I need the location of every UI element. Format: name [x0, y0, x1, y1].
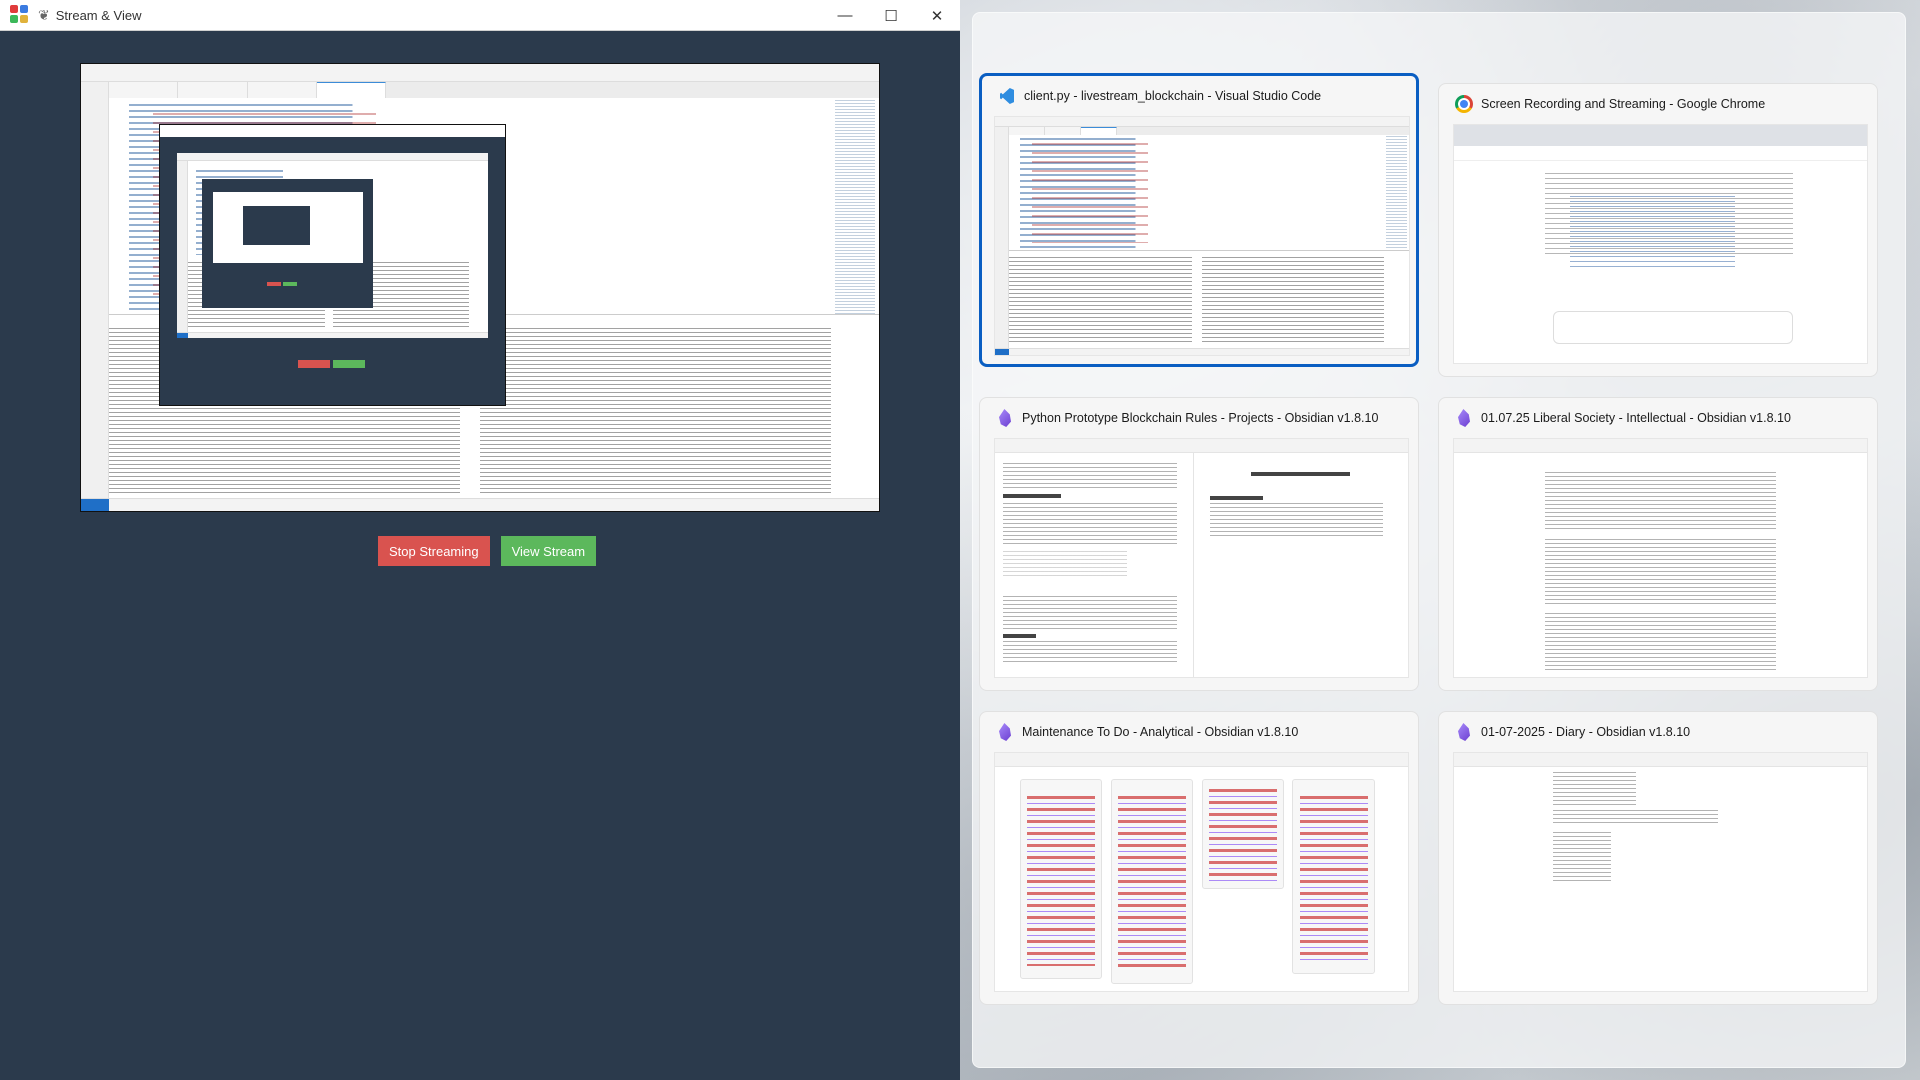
stream-preview: [80, 63, 880, 512]
window-thumbnail-obsidian-society[interactable]: 01.07.25 Liberal Society - Intellectual …: [1438, 397, 1878, 691]
app-icon: [10, 5, 30, 25]
window-title: 01-07-2025 - Diary - Obsidian v1.8.10: [1481, 725, 1691, 739]
window-thumbnail-obsidian-diary[interactable]: 01-07-2025 - Diary - Obsidian v1.8.10: [1438, 711, 1878, 1005]
window-thumbnail-obsidian-blockchain[interactable]: Python Prototype Blockchain Rules - Proj…: [979, 397, 1419, 691]
obsidian-icon: [996, 723, 1014, 741]
chrome-icon: [1455, 95, 1473, 113]
window-title: 01.07.25 Liberal Society - Intellectual …: [1481, 411, 1791, 425]
close-button[interactable]: ✕: [914, 0, 960, 31]
obsidian-icon: [996, 409, 1014, 427]
window-controls: — ☐ ✕: [822, 0, 960, 31]
window-title: Maintenance To Do - Analytical - Obsidia…: [1022, 725, 1299, 739]
window-title: Screen Recording and Streaming - Google …: [1481, 97, 1766, 111]
feather-icon: ❦: [38, 6, 50, 23]
vscode-icon: [998, 87, 1016, 105]
task-view-panel: client.py - livestream_blockchain - Visu…: [972, 12, 1906, 1068]
window-thumbnail-chrome[interactable]: Screen Recording and Streaming - Google …: [1438, 83, 1878, 377]
window-thumbnail-obsidian-maintenance[interactable]: Maintenance To Do - Analytical - Obsidia…: [979, 711, 1419, 1005]
window-thumbnail-vscode[interactable]: client.py - livestream_blockchain - Visu…: [979, 73, 1419, 367]
nested-stream-window: [159, 124, 507, 406]
stream-controls: Stop Streaming View Stream: [378, 536, 597, 566]
task-view: client.py - livestream_blockchain - Visu…: [960, 0, 1920, 1080]
app-title: Stream & View: [55, 7, 142, 23]
obsidian-icon: [1455, 723, 1473, 741]
minimize-button[interactable]: —: [822, 0, 868, 31]
maximize-button[interactable]: ☐: [868, 0, 914, 31]
stop-streaming-button[interactable]: Stop Streaming: [378, 536, 490, 566]
app-titlebar[interactable]: ❦ Stream & View — ☐ ✕: [0, 0, 960, 31]
stream-view-window: ❦ Stream & View — ☐ ✕ Stop Streaming Vie…: [0, 0, 960, 1080]
view-stream-button[interactable]: View Stream: [500, 536, 597, 566]
window-title: Python Prototype Blockchain Rules - Proj…: [1022, 411, 1379, 425]
obsidian-icon: [1455, 409, 1473, 427]
window-title: client.py - livestream_blockchain - Visu…: [1024, 89, 1322, 103]
